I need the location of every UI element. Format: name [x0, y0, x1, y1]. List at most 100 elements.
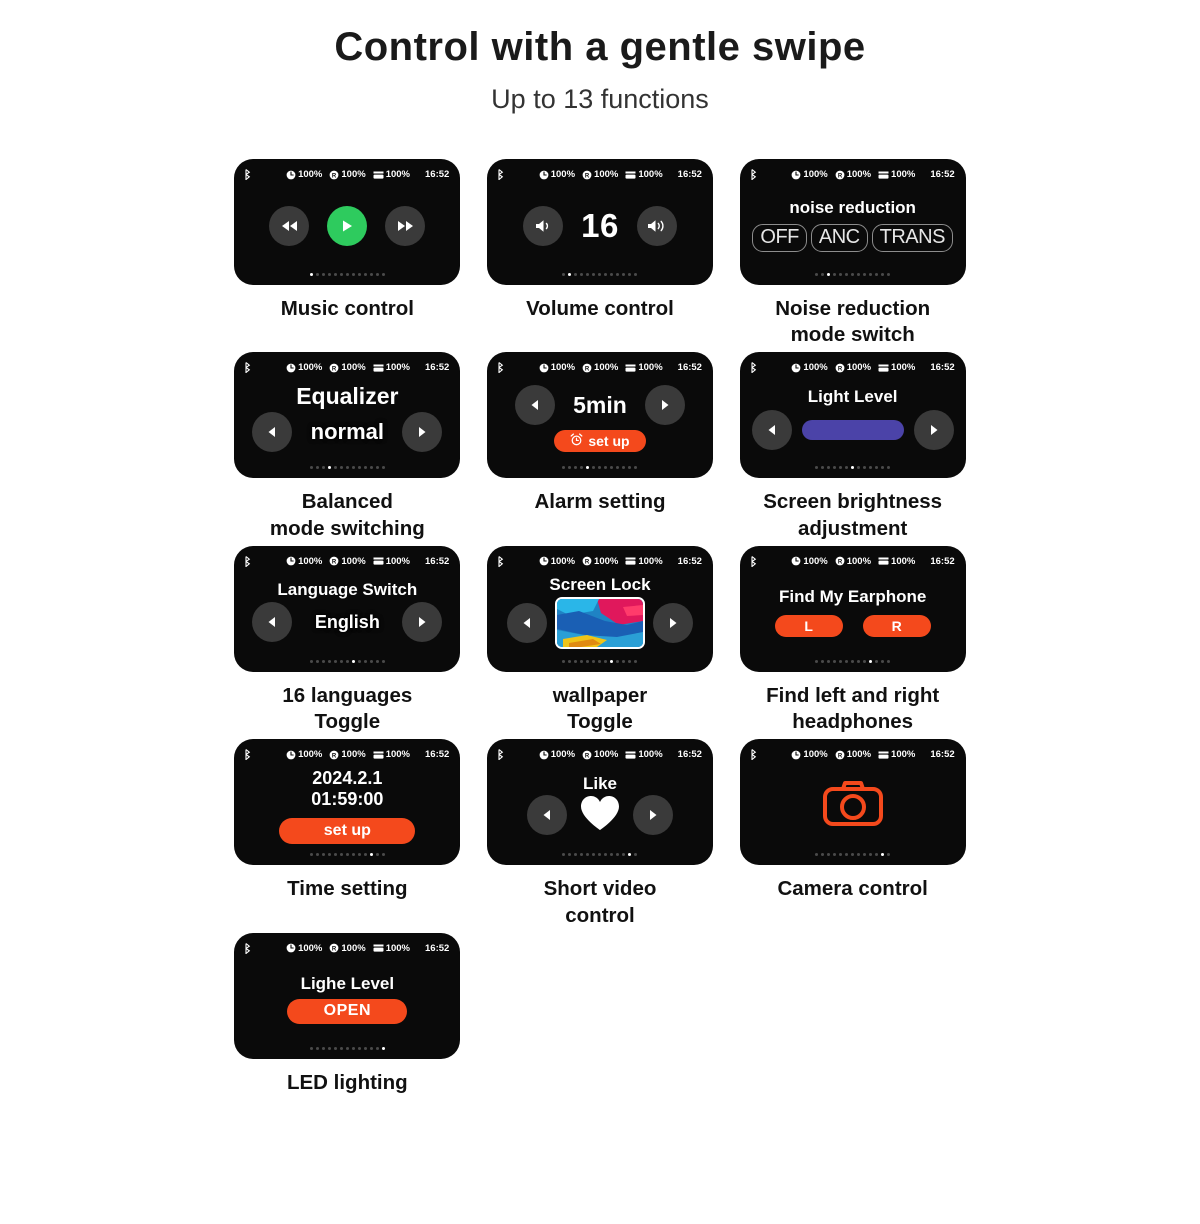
device-screen-led-lighting[interactable]: 100% R 100% 100% 16:52 Lighe Level OPEN	[236, 934, 459, 1057]
status-bar: 100% R 100% 100% 16:52	[489, 747, 711, 762]
chevron-right-icon	[646, 808, 660, 822]
device-screen-alarm-setting[interactable]: 100% R 100% 100% 16:52 5min set up	[488, 354, 711, 477]
device-screen-camera-control[interactable]: 100% R 100% 100% 16:52	[741, 741, 964, 864]
case-battery-value: 100%	[891, 749, 916, 761]
device-screen-volume-control[interactable]: 100% R 100% 100% 16:52 16	[488, 161, 711, 283]
camera-icon[interactable]	[822, 778, 884, 833]
svg-text:R: R	[585, 173, 590, 179]
function-cell-find-my-earphone: 100% R 100% 100% 16:52 Find My Earphone L…	[735, 547, 970, 735]
wallpaper-prev-button[interactable]	[506, 603, 547, 644]
caption-time-setting: Time setting	[287, 877, 408, 901]
right-earbud-battery-value: 100%	[341, 942, 366, 954]
right-earbud-icon: R	[582, 750, 592, 760]
case-battery: 100%	[373, 169, 410, 180]
caption-camera-control: Camera control	[777, 877, 928, 901]
case-battery: 100%	[625, 362, 663, 374]
status-bar: 100% R 100% 100% 16:52	[742, 360, 964, 375]
function-cell-volume-control: 100% R 100% 100% 16:52 16 Volume control	[483, 161, 718, 348]
equalizer-prev-button[interactable]	[252, 412, 293, 453]
status-bar: 100% R 100% 100% 16:52	[489, 554, 711, 569]
device-screen-time-setting[interactable]: 100% R 100% 100% 16:52 2024.2.1 01:59:00 …	[236, 741, 459, 864]
bluetooth-icon	[244, 942, 251, 954]
page-title: Control with a gentle swipe	[334, 25, 866, 69]
heart-icon[interactable]	[579, 794, 621, 837]
caption-language-switch: 16 languages Toggle	[282, 683, 413, 734]
wallpaper-next-button[interactable]	[652, 603, 693, 644]
svg-text:R: R	[332, 366, 337, 372]
volume-up-button[interactable]	[636, 205, 677, 246]
case-battery-value: 100%	[385, 749, 411, 761]
mode-trans-button[interactable]: TRANS	[871, 223, 953, 252]
page-indicator-dots	[489, 466, 711, 470]
page-indicator-dots	[236, 659, 458, 663]
left-earbud-icon	[791, 363, 801, 373]
device-screen-find-my-earphone[interactable]: 100% R 100% 100% 16:52 Find My Earphone L…	[741, 547, 964, 670]
device-screen-music-control[interactable]: 100% R 100% 100% 16:52	[236, 161, 459, 283]
device-screen-noise-reduction[interactable]: 100% R 100% 100% 16:52 noise reduction OF…	[741, 161, 964, 283]
mode-off-button[interactable]: OFF	[752, 223, 807, 252]
led-open-button[interactable]: OPEN	[287, 998, 408, 1024]
status-time: 16:52	[425, 362, 450, 374]
play-button[interactable]	[327, 205, 368, 246]
brightness-decrease-button[interactable]	[751, 410, 792, 451]
alarm-prev-button[interactable]	[515, 385, 556, 426]
case-battery-icon	[625, 170, 636, 180]
wallpaper-thumbnail[interactable]	[554, 597, 645, 650]
rewind-button[interactable]	[269, 205, 310, 246]
function-cell-music-control: 100% R 100% 100% 16:52 Music control	[230, 161, 465, 348]
time-setup-button[interactable]: set up	[279, 817, 416, 844]
left-earbud-icon	[539, 750, 549, 760]
case-battery-icon	[373, 363, 384, 373]
left-earbud-battery: 100%	[286, 169, 322, 180]
brightness-increase-button[interactable]	[913, 410, 954, 451]
video-next-button[interactable]	[632, 795, 673, 836]
chevron-right-icon	[415, 615, 429, 629]
device-screen-short-video-control[interactable]: 100% R 100% 100% 16:52 Like	[488, 741, 711, 864]
function-cell-equalizer: 100% R 100% 100% 16:52 Equalizer normal	[230, 354, 465, 541]
alarm-setup-button[interactable]: set up	[553, 430, 646, 453]
find-right-earphone-button[interactable]: R	[862, 614, 931, 637]
video-prev-button[interactable]	[526, 795, 567, 836]
left-earbud-icon	[791, 750, 801, 760]
screen-content-short-video: Like	[489, 762, 711, 849]
equalizer-next-button[interactable]	[402, 412, 443, 453]
next-button[interactable]	[385, 205, 426, 246]
page-indicator-dots	[236, 853, 458, 857]
function-cell-short-video-control: 100% R 100% 100% 16:52 Like Short video …	[483, 741, 718, 928]
alarm-duration-controls: 5min	[489, 385, 711, 426]
case-battery: 100%	[373, 362, 410, 373]
left-earbud-icon	[286, 750, 296, 760]
wallpaper-controls	[489, 597, 711, 650]
case-battery-icon	[625, 556, 636, 566]
case-battery-icon	[373, 750, 384, 760]
screen-content-time-setting: 2024.2.1 01:59:00 set up	[236, 762, 458, 849]
volume-up-icon	[646, 218, 668, 234]
page-indicator-dots	[742, 466, 964, 470]
brightness-slider[interactable]	[801, 420, 904, 441]
left-earbud-battery: 100%	[791, 556, 828, 567]
status-time: 16:52	[930, 555, 955, 567]
language-next-button[interactable]	[402, 602, 443, 643]
bluetooth-icon	[244, 362, 251, 374]
function-cell-time-setting: 100% R 100% 100% 16:52 2024.2.1 01:59:00 …	[230, 741, 465, 928]
short-video-controls	[489, 794, 711, 837]
alarm-next-button[interactable]	[644, 385, 685, 426]
right-earbud-battery-value: 100%	[594, 362, 619, 374]
language-prev-button[interactable]	[252, 602, 293, 643]
case-battery-value: 100%	[638, 362, 663, 374]
device-screen-screen-lock[interactable]: 100% R 100% 100% 16:52 Screen Lock	[488, 547, 711, 670]
right-earbud-icon: R	[582, 363, 592, 373]
svg-text:R: R	[332, 753, 337, 759]
mode-anc-button[interactable]: ANC	[810, 223, 868, 252]
play-icon	[339, 218, 355, 234]
device-screen-brightness[interactable]: 100% R 100% 100% 16:52 Light Level	[741, 354, 964, 477]
brightness-title: Light Level	[807, 386, 898, 406]
volume-down-button[interactable]	[523, 205, 564, 246]
svg-text:R: R	[585, 753, 590, 759]
case-battery: 100%	[373, 556, 410, 567]
bluetooth-icon	[497, 556, 504, 567]
right-earbud-icon: R	[329, 556, 339, 566]
find-left-earphone-button[interactable]: L	[774, 614, 843, 637]
device-screen-equalizer[interactable]: 100% R 100% 100% 16:52 Equalizer normal	[236, 354, 459, 477]
device-screen-language-switch[interactable]: 100% R 100% 100% 16:52 Language Switch En…	[236, 547, 459, 670]
